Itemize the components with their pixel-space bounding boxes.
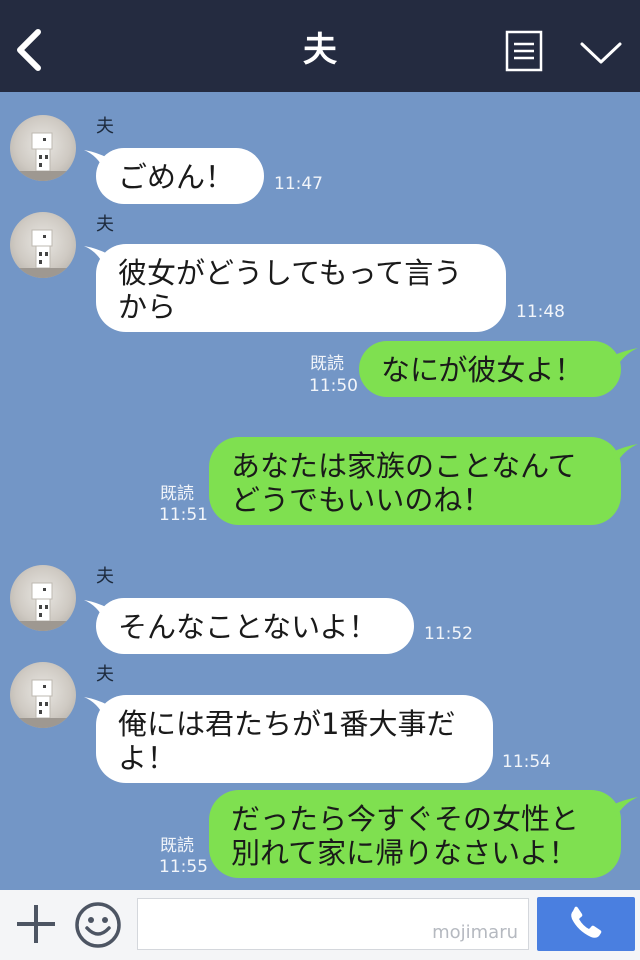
read-receipt: 既読 — [160, 484, 194, 504]
avatar[interactable] — [10, 662, 76, 728]
bubble-tail — [612, 348, 638, 368]
message-text: 俺には君たちが1番大事だ — [118, 707, 456, 741]
message-time: 11:52 — [424, 624, 473, 644]
message-time: 11:48 — [516, 302, 565, 322]
smiley-icon — [75, 902, 121, 948]
phone-icon — [571, 906, 602, 938]
avatar[interactable] — [10, 115, 76, 181]
message-text: ごめん！ — [118, 160, 235, 194]
message-time: 11:54 — [502, 752, 551, 772]
chat-title: 夫 — [303, 30, 337, 70]
toy-figure-icon — [10, 582, 76, 631]
input-bar: mojimaru — [0, 890, 640, 960]
message-text: そんなことないよ！ — [118, 610, 378, 644]
message-text: 彼女がどうしてもって言う — [118, 256, 463, 290]
toy-figure-icon — [10, 132, 76, 181]
sender-name: 夫 — [96, 664, 114, 685]
message-bubble-outgoing[interactable]: あなたは家族のことなんて どうでもいいのね！ — [209, 437, 621, 525]
message-text: だったら今すぐその女性と — [231, 802, 580, 836]
chevron-down-icon — [580, 42, 622, 64]
message-time: 11:55 — [159, 857, 208, 877]
message-time: 11:47 — [274, 174, 323, 194]
sender-name: 夫 — [96, 566, 114, 587]
message-bubble-incoming[interactable]: ごめん！ — [96, 148, 264, 204]
emoji-button[interactable] — [73, 900, 123, 950]
plus-icon — [17, 905, 55, 943]
message-time: 11:50 — [309, 376, 358, 396]
message-text: なにが彼女よ！ — [381, 353, 584, 387]
bubble-tail — [612, 797, 638, 817]
toy-figure-icon — [10, 679, 76, 728]
read-receipt: 既読 — [160, 836, 194, 856]
call-button[interactable] — [537, 897, 635, 951]
avatar[interactable] — [10, 212, 76, 278]
sender-name: 夫 — [96, 116, 114, 137]
message-bubble-incoming[interactable]: 俺には君たちが1番大事だ よ！ — [96, 695, 493, 783]
message-bubble-outgoing[interactable]: だったら今すぐその女性と 別れて家に帰りなさいよ！ — [209, 790, 621, 878]
collapse-button[interactable] — [578, 36, 624, 68]
message-text: よ！ — [118, 741, 177, 775]
menu-button[interactable] — [505, 30, 543, 72]
message-bubble-incoming[interactable]: そんなことないよ！ — [96, 598, 414, 654]
bubble-tail — [612, 444, 638, 464]
message-text: どうでもいいのね！ — [231, 483, 492, 517]
message-input[interactable]: mojimaru — [137, 898, 529, 950]
message-text: あなたは家族のことなんて — [231, 449, 577, 483]
chat-area[interactable]: 夫 ごめん！ 11:47 夫 彼女がどうしてもって言う から 11:48 既読 … — [0, 92, 640, 890]
message-text: 別れて家に帰りなさいよ！ — [231, 836, 578, 870]
chat-header: 夫 — [0, 0, 640, 92]
avatar[interactable] — [10, 565, 76, 631]
message-bubble-outgoing[interactable]: なにが彼女よ！ — [359, 341, 621, 397]
message-time: 11:51 — [159, 505, 208, 525]
add-button[interactable] — [14, 902, 58, 946]
message-bubble-incoming[interactable]: 彼女がどうしてもって言う から — [96, 244, 506, 332]
watermark-text: mojimaru — [432, 922, 518, 943]
sender-name: 夫 — [96, 214, 114, 235]
toy-figure-icon — [10, 229, 76, 278]
message-text: から — [118, 290, 177, 324]
read-receipt: 既読 — [310, 354, 344, 374]
menu-icon — [505, 30, 543, 72]
